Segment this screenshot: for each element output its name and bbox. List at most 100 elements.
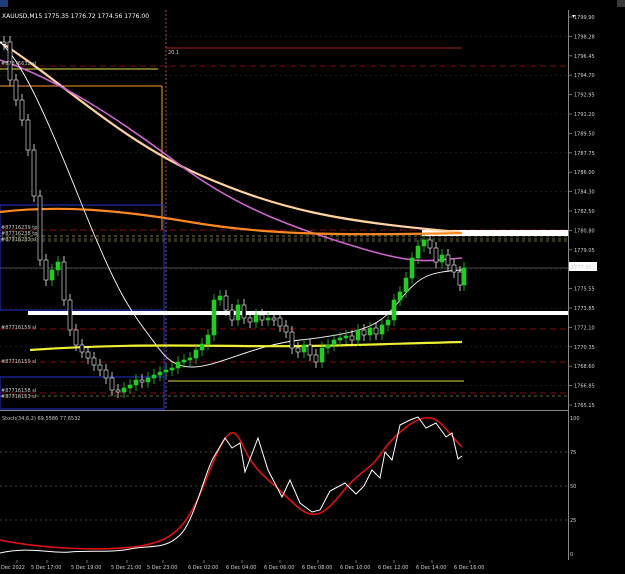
stochastic-pane[interactable]: 100 75 50 25 0 Stoch(34,6,2) 69.5586 77.6532: [0, 411, 580, 560]
candle-bear: [79, 344, 85, 353]
candle-bull: [253, 314, 259, 323]
candle-bull: [391, 299, 397, 321]
window-ohlc: 1775.35 1776.72 1774.56 1776.00: [44, 13, 149, 20]
candle-bull: [121, 387, 127, 393]
candle-bear: [13, 79, 19, 101]
candle-bull: [235, 304, 241, 321]
candle-bear: [361, 329, 367, 336]
candle-bull: [415, 245, 421, 259]
candle-bear: [259, 314, 265, 321]
order-label-5: #87716159 sl: [1, 325, 36, 331]
time-tick-label: 6 Dec 14:00: [416, 565, 446, 571]
time-tick-label: 6 Dec 02:00: [188, 565, 218, 571]
stochastic-level-label: 0: [570, 552, 573, 558]
candle-bull: [163, 369, 169, 373]
candle-bear: [457, 271, 463, 286]
candle-bull: [127, 384, 133, 389]
order-label-8: #87716153 sl: [1, 394, 36, 400]
time-tick-label: 6 Dec 12:00: [378, 565, 408, 571]
candle-bull: [319, 347, 325, 363]
candle-bull: [439, 254, 445, 263]
candle-bear: [67, 299, 73, 331]
order-label-4: #87716233 sl: [1, 237, 36, 243]
time-tick-label: 5 Dec 21:00: [111, 565, 141, 571]
price-tick-label: 1768.60: [574, 364, 595, 370]
candle-bear: [91, 357, 97, 366]
order-label-6: #87716159 sl: [1, 359, 36, 365]
time-tick-label: Dec 2022: [1, 565, 25, 571]
candle-bear: [427, 239, 433, 249]
price-tick-label: 1799.90: [574, 15, 595, 21]
candle-bull: [461, 267, 467, 286]
window-icon[interactable]: [0, 0, 8, 7]
price-axis: 1799.90 1798.28 1796.45 1794.70 1792.95 1791.…: [568, 15, 595, 409]
time-tick-label: 5 Dec 19:00: [71, 565, 101, 571]
window-close-icon[interactable]: [617, 0, 625, 7]
candle-bear: [373, 327, 379, 335]
price-tick-label: 1770.35: [574, 345, 595, 351]
candle-bear: [289, 331, 295, 349]
candle-bull: [49, 269, 55, 281]
candle-bear: [247, 317, 253, 323]
mt4-chart[interactable]: #87876632 sl #87716239 tp #87716238 tp #…: [0, 0, 625, 574]
candle-bull: [151, 374, 157, 379]
candle-bull: [181, 359, 187, 363]
price-tick-label: 1789.50: [574, 131, 595, 137]
candle-bear: [85, 351, 91, 359]
candle-bear: [229, 309, 235, 321]
candle-bear: [115, 389, 121, 393]
time-tick-label: 6 Dec 08:00: [302, 565, 332, 571]
price-tick-label: 1773.85: [574, 306, 595, 312]
price-tick-label: 1782.50: [574, 209, 595, 215]
candle-bull: [421, 239, 427, 247]
support-band: [28, 311, 568, 315]
price-tick-label: 1765.15: [574, 403, 595, 409]
candle-bear: [1, 41, 7, 45]
current-price-tag: 1777.85: [569, 262, 597, 271]
time-tick-label: 6 Dec 16:00: [454, 565, 484, 571]
candle-bull: [187, 357, 193, 361]
time-tick-label: 5 Dec 17:00: [31, 565, 61, 571]
candle-bull: [145, 377, 151, 383]
candle-bear: [241, 304, 247, 319]
candle-bear: [31, 149, 37, 197]
candle-bull: [217, 295, 223, 301]
candle-bull: [199, 343, 205, 351]
candle-bull: [301, 344, 307, 353]
candle-bear: [349, 335, 355, 341]
stochastic-level-label: 100: [570, 416, 580, 422]
stochastic-level-label: 75: [570, 450, 576, 456]
candle-bear: [433, 247, 439, 263]
candle-bull: [133, 379, 139, 386]
stochastic-title: Stoch(34,6,2) 69.5586 77.6532: [2, 416, 80, 422]
candle-bear: [271, 317, 277, 321]
price-tick-label: 1779.05: [574, 248, 595, 254]
candle-bear: [223, 295, 229, 311]
candle-bear: [103, 369, 109, 379]
time-tick-label: 6 Dec 10:00: [340, 565, 370, 571]
candle-bull: [367, 327, 373, 336]
candle-bear: [73, 329, 79, 346]
price-tick-label: 1787.75: [574, 151, 595, 157]
candle-bull: [331, 339, 337, 346]
time-axis: Dec 2022 5 Dec 17:00 5 Dec 19:00 5 Dec 21:0…: [0, 560, 625, 574]
time-tick-label: 5 Dec 23:00: [147, 565, 177, 571]
price-tick-label: 1794.70: [574, 73, 595, 79]
stochastic-level-label: 25: [570, 518, 576, 524]
candle-bull: [193, 349, 199, 359]
candle-bull: [265, 317, 271, 321]
chart-title: XAUUSD,M15 1775.35 1776.72 1774.56 1776.…: [2, 13, 149, 20]
candle-bull: [211, 299, 217, 336]
price-tick-label: 1772.10: [574, 325, 595, 331]
price-tick-label: 1766.85: [574, 384, 595, 390]
candle-bull: [337, 337, 343, 341]
candle-bear: [43, 259, 49, 281]
candle-bear: [277, 317, 283, 327]
candle-bear: [445, 254, 451, 266]
price-tick-label: 1798.28: [574, 34, 595, 40]
order-label-1: #87876632 sl: [1, 61, 36, 67]
candle-bull: [385, 319, 391, 326]
candle-bull: [409, 257, 415, 279]
window-title: XAUUSD,M15: [2, 13, 42, 20]
marker-label: 20.1: [168, 50, 179, 56]
